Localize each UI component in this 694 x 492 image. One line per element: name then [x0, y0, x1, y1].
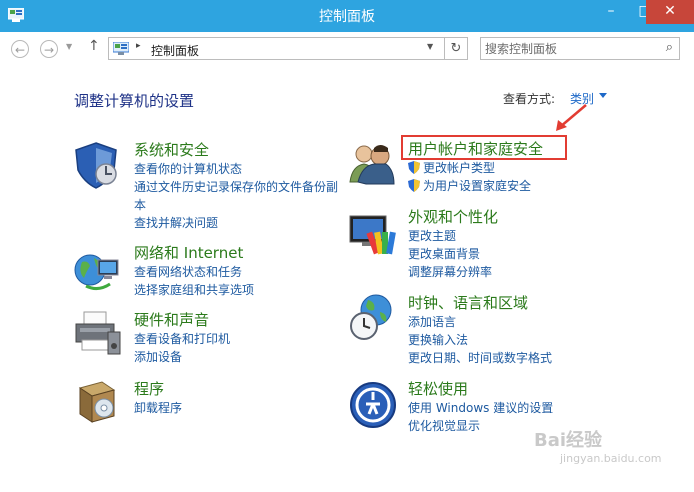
control-panel-icon	[113, 42, 129, 55]
search-icon[interactable]: ⌕	[666, 40, 673, 55]
link-network-status[interactable]: 查看网络状态和任务	[134, 263, 254, 281]
link-view-computer-status[interactable]: 查看你的计算机状态	[134, 160, 338, 178]
ease-of-access-icon	[350, 382, 396, 428]
uac-shield-icon	[408, 161, 420, 174]
forward-button[interactable]: →	[40, 40, 58, 58]
shield-icon	[75, 142, 117, 189]
window-title: 控制面板	[319, 9, 375, 25]
printer-icon	[75, 311, 121, 355]
breadcrumb-separator[interactable]: ▸	[136, 41, 141, 51]
search-input[interactable]	[485, 40, 655, 57]
uac-shield-icon	[408, 179, 420, 192]
link-homegroup-sharing[interactable]: 选择家庭组和共享选项	[134, 281, 254, 299]
refresh-button[interactable]: ↻	[444, 38, 467, 59]
minimize-button[interactable]: –	[594, 0, 628, 24]
network-globe-icon	[74, 254, 119, 291]
annotation-arrow-icon	[556, 104, 587, 131]
category-title-ease-of-access[interactable]: 轻松使用	[408, 379, 553, 399]
link-change-theme[interactable]: 更改主题	[408, 227, 498, 245]
category-title-programs[interactable]: 程序	[134, 379, 182, 399]
link-uninstall-program[interactable]: 卸载程序	[134, 399, 182, 417]
breadcrumb-control-panel[interactable]: 控制面板	[151, 42, 199, 59]
title-bar: 控制面板 – □ ✕	[0, 0, 694, 32]
link-change-account-type-label: 更改帐户类型	[423, 161, 496, 175]
watermark-url: jingyan.baidu.com	[560, 452, 662, 465]
back-button[interactable]: ←	[11, 40, 29, 58]
address-bar[interactable]: ▸ 控制面板 ▼ ↻	[108, 37, 468, 60]
category-title-user-accounts[interactable]: 用户帐户和家庭安全	[408, 139, 543, 159]
link-add-device[interactable]: 添加设备	[134, 348, 230, 366]
category-ease-of-access: 轻松使用 使用 Windows 建议的设置 优化视觉显示	[408, 379, 553, 435]
category-title-appearance[interactable]: 外观和个性化	[408, 207, 498, 227]
clock-globe-icon	[350, 294, 392, 340]
view-by-label: 查看方式:	[503, 92, 556, 106]
link-file-history-backup-cont[interactable]: 本	[134, 196, 338, 214]
link-adjust-resolution[interactable]: 调整屏幕分辨率	[408, 263, 498, 281]
appearance-icon	[349, 215, 396, 255]
category-programs: 程序 卸载程序	[134, 379, 182, 417]
link-add-language[interactable]: 添加语言	[408, 313, 552, 331]
chevron-down-icon[interactable]	[599, 93, 607, 98]
category-system-security: 系统和安全 查看你的计算机状态 通过文件历史记录保存你的文件备份副 本 查找并解…	[134, 140, 338, 232]
watermark-logo: Bai经验	[534, 430, 603, 451]
up-button[interactable]: ↑	[88, 38, 100, 54]
category-hardware: 硬件和声音 查看设备和打印机 添加设备	[134, 310, 230, 366]
link-troubleshoot[interactable]: 查找并解决问题	[134, 214, 338, 232]
category-title-hardware[interactable]: 硬件和声音	[134, 310, 230, 330]
category-title-network[interactable]: 网络和 Internet	[134, 243, 254, 263]
category-clock-language: 时钟、语言和区域 添加语言 更换输入法 更改日期、时间或数字格式	[408, 293, 552, 367]
navigation-bar: ← → ▼ ↑ ▸ 控制面板 ▼ ↻ ⌕	[0, 32, 694, 66]
users-icon	[349, 145, 395, 185]
link-change-account-type[interactable]: 更改帐户类型	[408, 159, 543, 177]
link-change-date-time-format[interactable]: 更改日期、时间或数字格式	[408, 349, 552, 367]
link-file-history-backup[interactable]: 通过文件历史记录保存你的文件备份副	[134, 178, 338, 196]
link-windows-recommended-settings[interactable]: 使用 Windows 建议的设置	[408, 399, 553, 417]
link-optimize-visual-display[interactable]: 优化视觉显示	[408, 417, 553, 435]
category-user-accounts: 用户帐户和家庭安全 更改帐户类型 为用户设置家庭安全	[408, 139, 543, 195]
category-network: 网络和 Internet 查看网络状态和任务 选择家庭组和共享选项	[134, 243, 254, 299]
address-dropdown[interactable]: ▼	[427, 42, 433, 51]
programs-icon	[78, 381, 116, 423]
category-appearance: 外观和个性化 更改主题 更改桌面背景 调整屏幕分辨率	[408, 207, 498, 281]
link-change-desktop-background[interactable]: 更改桌面背景	[408, 245, 498, 263]
category-title-system-security[interactable]: 系统和安全	[134, 140, 338, 160]
recent-locations-dropdown[interactable]: ▼	[66, 42, 72, 51]
search-box[interactable]: ⌕	[480, 37, 680, 60]
close-button[interactable]: ✕	[646, 0, 694, 24]
link-family-safety-label: 为用户设置家庭安全	[423, 179, 532, 193]
link-change-input-method[interactable]: 更换输入法	[408, 331, 552, 349]
page-heading: 调整计算机的设置	[74, 92, 195, 110]
link-devices-printers[interactable]: 查看设备和打印机	[134, 330, 230, 348]
link-family-safety[interactable]: 为用户设置家庭安全	[408, 177, 543, 195]
category-title-clock-language[interactable]: 时钟、语言和区域	[408, 293, 552, 313]
